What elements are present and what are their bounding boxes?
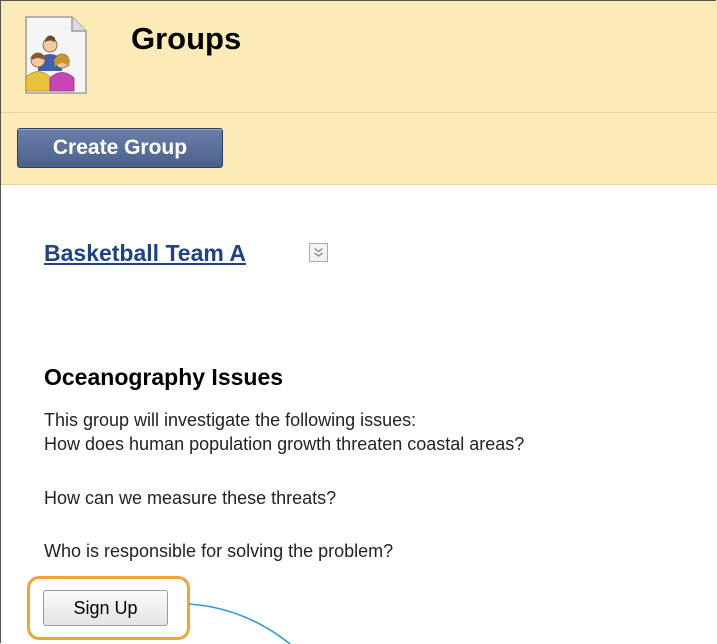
page-header: Groups [1,1,717,113]
sign-up-button[interactable]: Sign Up [43,590,168,626]
callout-line [188,603,291,644]
group-link-basketball-team-a[interactable]: Basketball Team A [44,240,246,267]
create-group-button[interactable]: Create Group [17,128,223,168]
group-description-line: Who is responsible for solving the probl… [44,541,394,561]
groups-icon [20,15,90,95]
group-description-line: How can we measure these threats? [44,488,337,508]
group-description-line: How does human population growth threate… [44,434,525,454]
signup-group-title: Oceanography Issues [44,364,284,390]
action-bar: Create Group [1,113,717,185]
page-title: Groups [131,21,242,56]
group-description-line: This group will investigate the followin… [44,410,417,430]
chevron-down-icon[interactable] [309,243,328,262]
